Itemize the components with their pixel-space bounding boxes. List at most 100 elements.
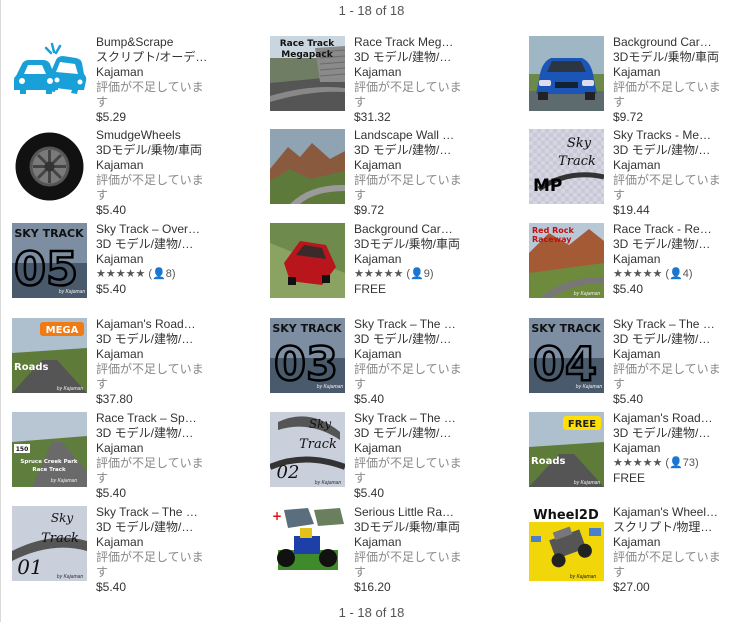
asset-category[interactable]: 3Dモデル/乗物/車両 <box>354 520 472 535</box>
asset-category[interactable]: 3D モデル/建物/… <box>613 237 731 252</box>
thumb-text: by Kajaman <box>51 478 78 484</box>
asset-category[interactable]: スクリプト/オーデ… <box>96 50 214 65</box>
asset-item[interactable]: SKY TRACK 04 by Kajaman Sky Track – The … <box>529 317 743 408</box>
thumbnail-little-racer[interactable]: + by Kajaman <box>270 506 345 581</box>
asset-title[interactable]: Race Track – Sp… <box>96 411 214 426</box>
asset-title[interactable]: Sky Track – The … <box>354 411 472 426</box>
asset-publisher[interactable]: Kajaman <box>354 347 472 362</box>
asset-item[interactable]: SKY TRACK 03 by Kajaman Sky Track – The … <box>270 317 510 408</box>
asset-title[interactable]: Background Car… <box>613 35 731 50</box>
asset-rating: 評価が不足しています <box>354 456 462 485</box>
asset-publisher[interactable]: Kajaman <box>96 441 214 456</box>
asset-publisher[interactable]: Kajaman <box>613 535 731 550</box>
asset-title[interactable]: Kajaman's Road… <box>613 411 731 426</box>
asset-title[interactable]: Race Track Meg… <box>354 35 472 50</box>
asset-item[interactable]: Sky Track 01 by Kajaman Sky Track – The … <box>12 505 252 596</box>
asset-title[interactable]: Sky Track – The … <box>354 317 472 332</box>
thumbnail-wheel2d[interactable]: Wheel2D by Kajaman <box>529 506 604 581</box>
thumbnail-crash-icon[interactable] <box>12 36 87 111</box>
asset-item[interactable]: Bump&Scrape スクリプト/オーデ… Kajaman 評価が不足していま… <box>12 35 252 126</box>
asset-item[interactable]: SmudgeWheels 3Dモデル/乗物/車両 Kajaman 評価が不足して… <box>12 128 252 219</box>
asset-item[interactable]: Wheel2D by Kajaman Kajaman's Wheel… スクリプ… <box>529 505 743 596</box>
asset-publisher[interactable]: Kajaman <box>354 252 472 267</box>
asset-title[interactable]: Kajaman's Wheel… <box>613 505 731 520</box>
thumbnail-sky-track-05[interactable]: SKY TRACK 05 by Kajaman <box>12 223 87 298</box>
asset-category[interactable]: スクリプト/物理… <box>613 520 731 535</box>
asset-title[interactable]: Sky Track – The … <box>96 505 214 520</box>
asset-category[interactable]: 3Dモデル/乗物/車両 <box>613 50 731 65</box>
asset-category[interactable]: 3D モデル/建物/… <box>96 237 214 252</box>
asset-item[interactable]: MEGA Roads by Kajaman Kajaman's Road… 3D… <box>12 317 252 408</box>
asset-title[interactable]: Sky Track – The … <box>613 317 731 332</box>
asset-info: Sky Track – The … 3D モデル/建物/… Kajaman 評価… <box>96 505 214 595</box>
asset-publisher[interactable]: Kajaman <box>613 252 731 267</box>
user-icon: 👤 <box>410 268 424 280</box>
asset-publisher[interactable]: Kajaman <box>613 65 731 80</box>
asset-publisher[interactable]: Kajaman <box>96 252 214 267</box>
star-icons: ★★★★★ <box>96 268 146 280</box>
thumbnail-mega-roads[interactable]: MEGA Roads by Kajaman <box>12 318 87 393</box>
asset-title[interactable]: SmudgeWheels <box>96 128 214 143</box>
asset-publisher[interactable]: Kajaman <box>354 441 472 456</box>
asset-item[interactable]: 150 Spruce Creek Park Race Track by Kaja… <box>12 411 252 502</box>
asset-title[interactable]: Landscape Wall … <box>354 128 472 143</box>
asset-price: $5.29 <box>96 110 127 124</box>
thumbnail-sky-track-mp[interactable]: Sky Track MP <box>529 129 604 204</box>
thumbnail-blue-car[interactable] <box>529 36 604 111</box>
thumbnail-landscape[interactable] <box>270 129 345 204</box>
asset-title[interactable]: Bump&Scrape <box>96 35 214 50</box>
asset-category[interactable]: 3Dモデル/乗物/車両 <box>354 237 472 252</box>
asset-title[interactable]: Kajaman's Road… <box>96 317 214 332</box>
asset-item[interactable]: Landscape Wall … 3D モデル/建物/… Kajaman 評価が… <box>270 128 510 219</box>
asset-item[interactable]: Race Track Megapack Race Track Meg… 3D モ… <box>270 35 510 126</box>
asset-item[interactable]: Red Rock Raceway by Kajaman Race Track -… <box>529 222 743 313</box>
thumb-text: by Kajaman <box>59 289 86 295</box>
thumbnail-sky-track-03[interactable]: SKY TRACK 03 by Kajaman <box>270 318 345 393</box>
asset-publisher[interactable]: Kajaman <box>354 535 472 550</box>
thumbnail-spruce-creek[interactable]: 150 Spruce Creek Park Race Track by Kaja… <box>12 412 87 487</box>
asset-publisher[interactable]: Kajaman <box>96 535 214 550</box>
thumbnail-sky-track-04[interactable]: SKY TRACK 04 by Kajaman <box>529 318 604 393</box>
asset-item[interactable]: SKY TRACK 05 by Kajaman Sky Track – Over… <box>12 222 252 313</box>
asset-title[interactable]: Sky Tracks - Me… <box>613 128 731 143</box>
asset-category[interactable]: 3D モデル/建物/… <box>96 332 214 347</box>
asset-info: Serious Little Ra… 3Dモデル/乗物/車両 Kajaman 評… <box>354 505 472 595</box>
asset-publisher[interactable]: Kajaman <box>613 347 731 362</box>
asset-item[interactable]: Sky Track 02 by Kajaman Sky Track – The … <box>270 411 510 502</box>
asset-publisher[interactable]: Kajaman <box>96 347 214 362</box>
asset-category[interactable]: 3D モデル/建物/… <box>613 332 731 347</box>
asset-item[interactable]: + by Kajaman Serious Little Ra… 3Dモデル/乗物… <box>270 505 510 596</box>
asset-category[interactable]: 3D モデル/建物/… <box>354 143 472 158</box>
thumbnail-red-car[interactable] <box>270 223 345 298</box>
asset-publisher[interactable]: Kajaman <box>96 65 214 80</box>
thumb-text: Sky <box>567 136 592 151</box>
asset-title[interactable]: Sky Track – Over… <box>96 222 214 237</box>
asset-item[interactable]: Sky Track MP Sky Tracks - Me… 3D モデル/建物/… <box>529 128 743 219</box>
thumbnail-red-rock[interactable]: Red Rock Raceway by Kajaman <box>529 223 604 298</box>
asset-item[interactable]: Background Car… 3Dモデル/乗物/車両 Kajaman ★★★★… <box>270 222 510 313</box>
asset-title[interactable]: Background Car… <box>354 222 472 237</box>
asset-category[interactable]: 3D モデル/建物/… <box>354 50 472 65</box>
asset-publisher[interactable]: Kajaman <box>613 158 731 173</box>
asset-category[interactable]: 3Dモデル/乗物/車両 <box>96 143 214 158</box>
asset-category[interactable]: 3D モデル/建物/… <box>354 332 472 347</box>
asset-publisher[interactable]: Kajaman <box>354 158 472 173</box>
asset-item[interactable]: FREE Roads by Kajaman Kajaman's Road… 3D… <box>529 411 743 502</box>
thumbnail-sky-track-01[interactable]: Sky Track 01 by Kajaman <box>12 506 87 581</box>
asset-publisher[interactable]: Kajaman <box>613 441 731 456</box>
asset-category[interactable]: 3D モデル/建物/… <box>354 426 472 441</box>
asset-category[interactable]: 3D モデル/建物/… <box>613 143 731 158</box>
thumb-text: Spruce Creek Park <box>20 459 78 465</box>
thumbnail-race-track-megapack[interactable]: Race Track Megapack <box>270 36 345 111</box>
asset-publisher[interactable]: Kajaman <box>96 158 214 173</box>
asset-category[interactable]: 3D モデル/建物/… <box>96 426 214 441</box>
asset-category[interactable]: 3D モデル/建物/… <box>613 426 731 441</box>
asset-item[interactable]: Background Car… 3Dモデル/乗物/車両 Kajaman 評価が不… <box>529 35 743 126</box>
thumbnail-free-roads[interactable]: FREE Roads by Kajaman <box>529 412 604 487</box>
asset-title[interactable]: Race Track - Re… <box>613 222 731 237</box>
asset-publisher[interactable]: Kajaman <box>354 65 472 80</box>
thumbnail-sky-track-02[interactable]: Sky Track 02 by Kajaman <box>270 412 345 487</box>
asset-category[interactable]: 3D モデル/建物/… <box>96 520 214 535</box>
asset-title[interactable]: Serious Little Ra… <box>354 505 472 520</box>
thumbnail-wheel[interactable] <box>12 129 87 204</box>
